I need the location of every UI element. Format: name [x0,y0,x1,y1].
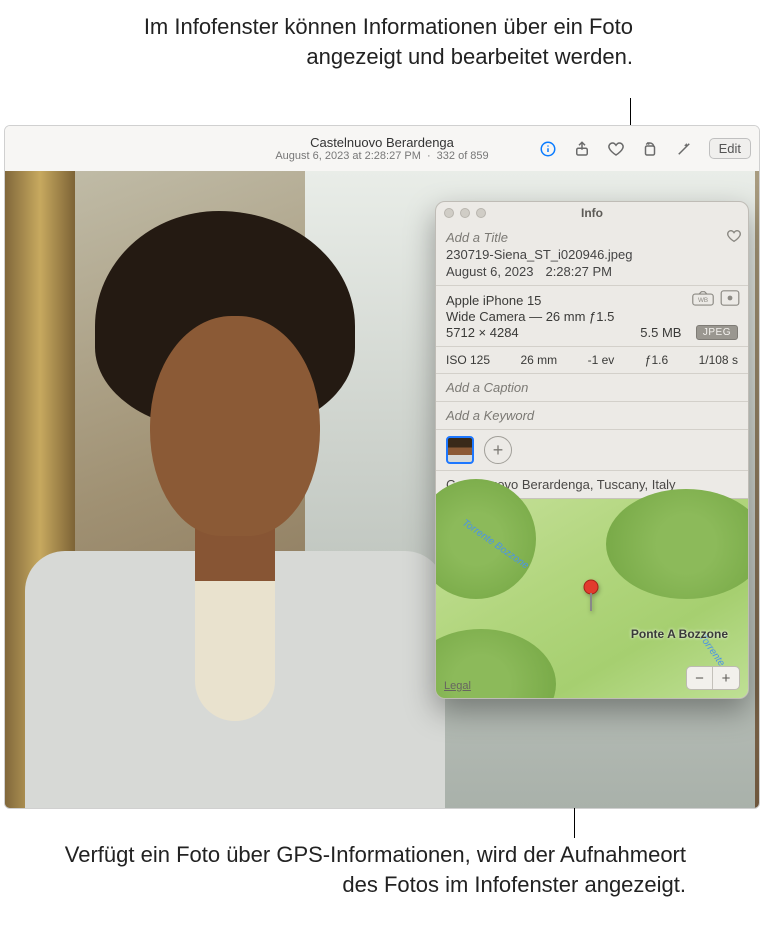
exif-iso: ISO 125 [446,353,490,367]
info-date: August 6, 2023 [446,264,533,279]
callout-bottom-line [574,808,575,838]
auto-enhance-icon[interactable] [675,140,693,158]
callout-top: Im Infofenster können Informationen über… [123,12,633,71]
photo-date: August 6, 2023 at 2:28:27 PM [275,150,421,162]
svg-text:WB: WB [698,297,708,304]
camera-section: WB Apple iPhone 15 Wide Camera — 26 mm ƒ… [436,286,748,346]
toolbar: Edit [539,138,751,159]
exif-row: ISO 125 26 mm -1 ev ƒ1.6 1/108 s [436,347,748,373]
callout-bottom: Verfügt ein Foto über GPS-Informationen,… [40,840,686,899]
info-header-section: Add a Title 230719-Siena_ST_i020946.jpeg… [436,224,748,285]
map-zoom-out-button[interactable]: − [687,667,713,689]
photos-window: Castelnuovo Berardenga August 6, 2023 at… [4,125,760,809]
map-zoom-in-button[interactable]: + [713,667,739,689]
edit-button[interactable]: Edit [709,138,751,159]
detected-face-thumb[interactable] [446,436,474,464]
camera-lens: Wide Camera — 26 mm ƒ1.5 [446,309,738,324]
format-badge: JPEG [696,325,738,340]
metering-icon[interactable] [720,290,740,306]
info-time: 2:28:27 PM [545,264,612,279]
info-favorite-heart-icon[interactable] [726,228,742,247]
location-map[interactable]: Torrente Bozzone Torrente Bo Ponte A Boz… [436,498,748,698]
separator-dot: · [427,150,431,162]
info-titlebar: Info [436,202,748,224]
favorite-heart-icon[interactable] [607,140,625,158]
info-icon[interactable] [539,140,557,158]
title-input[interactable]: Add a Title [446,230,738,245]
map-legal-link[interactable]: Legal [444,680,471,692]
caption-input[interactable]: Add a Caption [436,374,748,401]
map-terrain [606,489,749,599]
info-panel: Info Add a Title 230719-Siena_ST_i020946… [435,201,749,699]
exif-shutter: 1/108 s [699,353,738,367]
exif-ev: -1 ev [588,353,615,367]
photo-counter: 332 of 859 [437,150,489,162]
info-window-title: Info [436,206,748,220]
photo-viewport[interactable]: Info Add a Title 230719-Siena_ST_i020946… [5,171,759,808]
camera-filesize: 5.5 MB [626,325,696,340]
camera-resolution: 5712 × 4284 [446,325,626,340]
faces-section: + [436,430,748,470]
photo-subject [45,201,425,808]
rotate-icon[interactable] [641,140,659,158]
keyword-input[interactable]: Add a Keyword [436,402,748,429]
white-balance-icon[interactable]: WB [692,290,714,306]
add-face-button[interactable]: + [484,436,512,464]
map-zoom-controls: − + [686,666,740,690]
share-icon[interactable] [573,140,591,158]
filename-label: 230719-Siena_ST_i020946.jpeg [446,247,738,262]
map-town-label: Ponte A Bozzone [631,627,728,641]
exif-focal: 26 mm [520,353,557,367]
map-pin-icon[interactable] [581,579,601,616]
window-titlebar: Castelnuovo Berardenga August 6, 2023 at… [5,126,759,171]
exif-aperture: ƒ1.6 [645,353,668,367]
